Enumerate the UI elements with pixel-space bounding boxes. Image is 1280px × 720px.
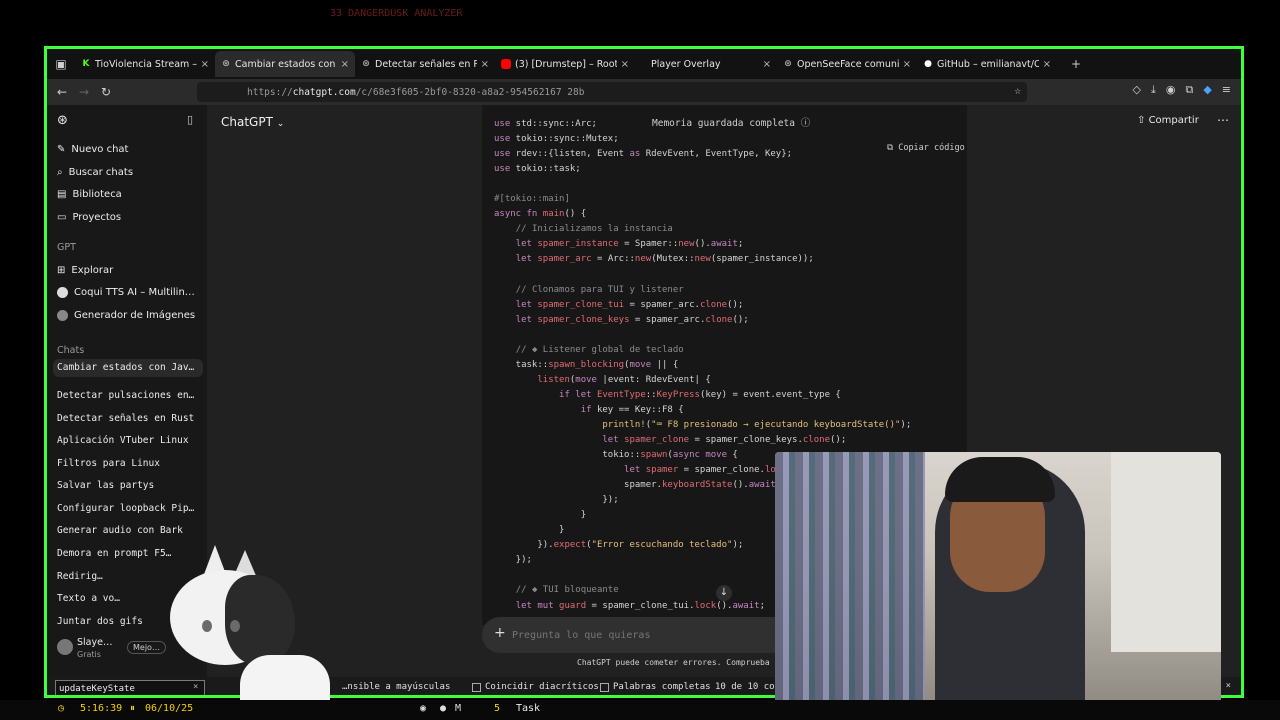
findbar-close-icon[interactable]: × bbox=[1226, 681, 1231, 691]
pause-icon[interactable]: ⏸ bbox=[130, 703, 135, 714]
url-path: /c/68e3f605-2bf0-8320-a8a2-954562167 28b bbox=[355, 86, 585, 98]
user-plan: Gratis bbox=[77, 650, 101, 659]
folder-icon: ▭ bbox=[57, 212, 67, 223]
address-bar[interactable]: https://chatgpt.com/c/68e3f605-2bf0-8320… bbox=[197, 82, 1027, 102]
bookmark-star-icon[interactable]: ☆ bbox=[1014, 84, 1021, 97]
discord-icon[interactable]: ◉ bbox=[420, 703, 426, 714]
extensions-icon[interactable]: ⧉ bbox=[1185, 83, 1193, 97]
download-icon[interactable]: ⤓ bbox=[1151, 83, 1156, 97]
close-icon[interactable]: × bbox=[201, 59, 209, 70]
share-button[interactable]: ⇧ Compartir bbox=[1137, 115, 1199, 126]
chat-item[interactable]: Generar audio con Bark bbox=[57, 525, 197, 536]
sidebar-toggle-icon[interactable]: ▯ bbox=[187, 113, 193, 126]
nav-bar: ← → ↻ https://chatgpt.com/c/68e3f605-2bf… bbox=[47, 79, 1241, 105]
plus-icon[interactable]: + bbox=[494, 625, 506, 641]
workspace-number: 5 bbox=[494, 703, 501, 714]
url-domain: chatgpt.com bbox=[292, 86, 356, 98]
avatar bbox=[57, 639, 73, 655]
checkbox-icon bbox=[472, 682, 481, 692]
github-icon: ● bbox=[924, 59, 932, 69]
explore-gpts-button[interactable]: ⊞ Explorar bbox=[57, 265, 113, 276]
youtube-icon bbox=[501, 59, 511, 69]
library-button[interactable]: ▤ Biblioteca bbox=[57, 189, 122, 200]
projects-button[interactable]: ▭ Proyectos bbox=[57, 212, 121, 223]
tab-2[interactable]: ⊛ Detectar señales en R × bbox=[355, 51, 495, 77]
url-prefix: https:// bbox=[247, 86, 293, 98]
pocket-icon[interactable]: ◇ bbox=[1133, 83, 1141, 97]
chatgpt-icon: ⊛ bbox=[784, 59, 792, 69]
chat-item[interactable]: Detectar señales en Rust bbox=[57, 413, 197, 424]
search-icon: ⌕ bbox=[57, 167, 63, 178]
scroll-down-icon[interactable]: ↓ bbox=[716, 585, 732, 601]
kick-icon: K bbox=[82, 59, 90, 69]
chat-item[interactable]: Filtros para Linux bbox=[57, 458, 197, 469]
gpt-coqui[interactable]: Coqui TTS AI – Multilin… bbox=[57, 287, 195, 298]
time: 5:16:39 bbox=[80, 703, 123, 714]
coqui-icon bbox=[57, 287, 68, 298]
webcam-overlay bbox=[775, 452, 1221, 704]
chat-item[interactable]: Salvar las partys bbox=[57, 480, 197, 491]
close-icon[interactable]: × bbox=[621, 59, 629, 70]
tab-4[interactable]: Player Overlay × bbox=[635, 51, 777, 77]
new-chat-button[interactable]: ✎ Nuevo chat bbox=[57, 144, 128, 155]
stream-header-text: 33 DANGERDUSK ANALYZER bbox=[330, 8, 463, 19]
match-case-checkbox[interactable]: …nsible a mayúsculas bbox=[342, 682, 450, 692]
account-icon[interactable]: ◉ bbox=[1166, 83, 1176, 97]
new-tab-icon[interactable]: + bbox=[1065, 57, 1087, 71]
close-icon[interactable]: × bbox=[341, 59, 349, 70]
tab-bar: ▣ K TioViolencia Stream – × ⊛ Cambiar es… bbox=[47, 49, 1241, 79]
close-icon[interactable]: × bbox=[481, 59, 489, 70]
close-icon[interactable]: × bbox=[763, 59, 771, 70]
tab-1[interactable]: ⊛ Cambiar estados con J × bbox=[215, 51, 355, 77]
extension-blue-icon[interactable]: ◆ bbox=[1203, 83, 1211, 97]
task-label: Task bbox=[516, 703, 541, 714]
grid-icon: ⊞ bbox=[57, 265, 66, 276]
more-options-icon[interactable]: ⋯ bbox=[1217, 113, 1229, 127]
search-chats-button[interactable]: ⌕ Buscar chats bbox=[57, 167, 133, 178]
tab-3[interactable]: (3) [Drumstep] – Root × bbox=[495, 51, 635, 77]
toolbar-icons: ◇ ⤓ ◉ ⧉ ◆ ≡ bbox=[1133, 83, 1232, 97]
tab-list-icon[interactable]: ▣ bbox=[47, 57, 75, 71]
back-icon[interactable]: ← bbox=[51, 85, 73, 99]
stream-header: 33 DANGERDUSK ANALYZER bbox=[0, 0, 1280, 46]
reload-icon[interactable]: ↻ bbox=[95, 85, 117, 99]
checkbox-icon bbox=[600, 682, 609, 692]
gpt-heading: GPT bbox=[57, 242, 76, 253]
model-selector[interactable]: ChatGPT ⌄ bbox=[221, 115, 284, 129]
close-icon[interactable]: × bbox=[903, 59, 911, 70]
edit-icon: ✎ bbox=[57, 144, 66, 155]
github-icon[interactable]: ● bbox=[440, 703, 446, 714]
match-count: 10 de 10 co bbox=[715, 682, 775, 692]
date: 06/10/25 bbox=[145, 703, 194, 714]
forward-icon[interactable]: → bbox=[73, 85, 95, 99]
gpt-image-generator[interactable]: Generador de Imágenes bbox=[57, 310, 195, 321]
whole-words-checkbox[interactable]: Palabras completas bbox=[600, 682, 711, 692]
user-name: Slaye… bbox=[77, 637, 113, 648]
diacritics-checkbox[interactable]: Coincidir diacríticos bbox=[472, 682, 599, 692]
tab-5[interactable]: ⊛ OpenSeeFace comunidad× bbox=[777, 51, 917, 77]
clock-icon: ◷ bbox=[58, 703, 65, 714]
chat-item[interactable]: Cambiar estados con Jav… bbox=[53, 359, 203, 377]
library-icon: ▤ bbox=[57, 189, 67, 200]
chat-item[interactable]: Aplicación VTuber Linux bbox=[57, 435, 197, 446]
tab-6[interactable]: ● GitHub – emilianavt/O × bbox=[917, 51, 1057, 77]
taskbar: ◷ 5:16:39 ⏸ 06/10/25 ◉ ● M 5 Task bbox=[0, 700, 1280, 720]
chevron-down-icon: ⌄ bbox=[276, 119, 285, 129]
disclaimer: ChatGPT puede cometer errores. Comprueba… bbox=[577, 658, 794, 667]
chats-heading: Chats bbox=[57, 345, 85, 356]
gmail-icon[interactable]: M bbox=[455, 703, 461, 714]
share-icon: ⇧ bbox=[1137, 115, 1146, 126]
chatgpt-icon: ⊛ bbox=[362, 59, 370, 69]
vtuber-avatar bbox=[130, 545, 340, 720]
chat-item[interactable]: Detectar pulsaciones en… bbox=[57, 390, 197, 401]
chat-item[interactable]: Configurar loopback Pip… bbox=[57, 503, 197, 514]
openai-logo-icon[interactable]: ⊛ bbox=[57, 113, 68, 128]
menu-icon[interactable]: ≡ bbox=[1222, 83, 1231, 97]
image-gen-icon bbox=[57, 310, 68, 321]
tab-0[interactable]: K TioViolencia Stream – × bbox=[75, 51, 215, 77]
chatgpt-icon: ⊛ bbox=[222, 59, 230, 69]
close-icon[interactable]: × bbox=[1043, 59, 1051, 70]
